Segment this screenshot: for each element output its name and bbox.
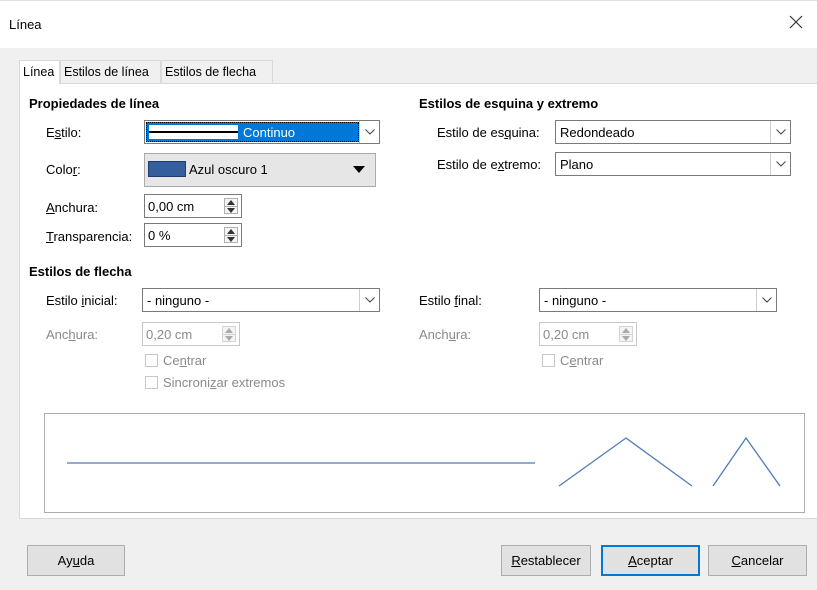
end-width-stepper[interactable]: 0,20 cm — [539, 322, 637, 346]
start-width-value: 0,20 cm — [146, 327, 193, 342]
transparency-stepper[interactable]: 0 % — [144, 223, 242, 247]
spin-up-icon[interactable] — [225, 328, 233, 333]
start-width-spin-buttons[interactable] — [222, 326, 236, 342]
line-properties-heading: Propiedades de línea — [29, 96, 160, 111]
tab-estilos-de-linea[interactable]: Estilos de línea — [60, 60, 161, 83]
line-width-value: 0,00 cm — [148, 199, 195, 214]
corner-style-label: Estilo de esquina: — [437, 125, 540, 140]
end-arrow-dropdown[interactable]: - ninguno - — [539, 288, 777, 312]
reset-button[interactable]: Restablecer — [501, 545, 591, 576]
end-arrow-dropdown-button[interactable] — [756, 289, 776, 311]
color-value: Azul oscuro 1 — [189, 162, 268, 177]
color-swatch — [148, 161, 186, 177]
line-style-selection: Continuo — [146, 122, 359, 142]
arrow-styles-heading: Estilos de flecha — [29, 264, 132, 279]
end-width-label: Anchura: — [419, 327, 472, 342]
start-center-label: Centrar — [163, 353, 207, 368]
chevron-down-icon — [762, 297, 772, 303]
spin-down-icon[interactable] — [622, 336, 630, 341]
chevron-down-icon — [776, 129, 786, 135]
transparency-label: Transparencia: — [46, 229, 133, 244]
ok-button[interactable]: Aceptar — [601, 545, 700, 576]
corner-cap-heading: Estilos de esquina y extremo — [419, 96, 599, 111]
preview-corner-line — [558, 437, 693, 487]
cap-style-label: Estilo de extremo: — [437, 157, 542, 172]
end-width-spin-buttons[interactable] — [619, 326, 633, 342]
spin-down-icon[interactable] — [225, 336, 233, 341]
corner-style-value: Redondeado — [560, 125, 635, 140]
line-style-sample — [149, 125, 238, 139]
corner-style-dropdown[interactable]: Redondeado — [555, 120, 791, 144]
corner-style-dropdown-button[interactable] — [770, 121, 790, 143]
spin-down-icon[interactable] — [227, 237, 235, 242]
dialog-titlebar: Línea — [0, 0, 817, 48]
chevron-down-icon — [776, 161, 786, 167]
caret-down-icon — [353, 166, 365, 173]
line-style-value: Continuo — [243, 125, 296, 140]
close-icon[interactable] — [785, 11, 807, 33]
tab-estilos-de-flecha[interactable]: Estilos de flecha — [161, 60, 273, 83]
spin-up-icon[interactable] — [227, 200, 235, 205]
end-width-value: 0,20 cm — [543, 327, 590, 342]
start-center-checkbox[interactable] — [145, 354, 158, 367]
transparency-spin-buttons[interactable] — [224, 227, 238, 243]
cap-style-dropdown[interactable]: Plano — [555, 152, 791, 176]
chevron-down-icon — [365, 297, 375, 303]
preview-corner-line-small — [712, 436, 781, 487]
start-width-stepper[interactable]: 0,20 cm — [142, 322, 240, 346]
end-arrow-value: - ninguno - — [544, 293, 607, 308]
line-width-stepper[interactable]: 0,00 cm — [144, 194, 242, 218]
color-label: Color: — [46, 162, 81, 177]
line-preview-drawing — [67, 436, 781, 487]
start-arrow-dropdown[interactable]: - ninguno - — [142, 288, 380, 312]
spin-up-icon[interactable] — [622, 328, 630, 333]
end-center-label: Centrar — [560, 353, 604, 368]
cap-style-value: Plano — [560, 157, 594, 172]
sync-ends-label: Sincronizar extremos — [163, 375, 286, 390]
spin-down-icon[interactable] — [227, 208, 235, 213]
chevron-down-icon — [365, 129, 375, 135]
help-button[interactable]: Ayuda — [27, 545, 125, 576]
end-center-checkbox[interactable] — [542, 354, 555, 367]
spin-up-icon[interactable] — [227, 229, 235, 234]
tab-linea[interactable]: Línea — [19, 60, 60, 84]
line-preview — [44, 413, 805, 513]
sync-ends-checkbox[interactable] — [145, 376, 158, 389]
tab-estilos-de-flecha-label: Estilos de flecha — [165, 65, 257, 79]
start-width-label: Anchura: — [46, 327, 99, 342]
line-style-dropdown[interactable]: Continuo — [144, 120, 380, 144]
cancel-button[interactable]: Cancelar — [708, 545, 807, 576]
end-style-label: Estilo final: — [419, 293, 482, 308]
line-style-dropdown-button[interactable] — [359, 121, 379, 143]
line-width-spin-buttons[interactable] — [224, 198, 238, 214]
style-label: Estilo: — [46, 125, 82, 140]
start-arrow-dropdown-button[interactable] — [359, 289, 379, 311]
cap-style-dropdown-button[interactable] — [770, 153, 790, 175]
transparency-value: 0 % — [148, 228, 171, 243]
color-dropdown[interactable]: Azul oscuro 1 — [144, 153, 376, 187]
start-style-label: Estilo inicial: — [46, 293, 118, 308]
tab-linea-label: Línea — [23, 65, 55, 79]
width-label: Anchura: — [46, 200, 99, 215]
start-arrow-value: - ninguno - — [147, 293, 210, 308]
dialog-title: Línea — [9, 17, 42, 32]
tab-estilos-de-linea-label: Estilos de línea — [64, 65, 149, 79]
